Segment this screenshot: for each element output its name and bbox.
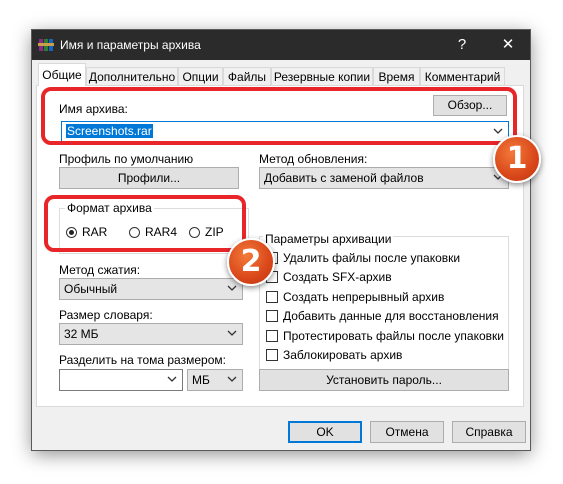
set-password-button[interactable]: Установить пароль... (259, 369, 509, 391)
tab-files[interactable]: Файлы (223, 67, 271, 85)
create-solid-checkbox[interactable] (266, 291, 278, 303)
tab-time[interactable]: Время (373, 67, 420, 85)
split-volumes-label: Разделить на тома размером: (59, 353, 226, 367)
chevron-down-icon (227, 330, 237, 336)
callout-archive-name (41, 87, 517, 145)
title-bar[interactable]: Имя и параметры архива ? ✕ (32, 30, 530, 60)
tab-advanced[interactable]: Дополнительно (86, 67, 178, 85)
compression-method-label: Метод сжатия: (59, 263, 141, 277)
dictionary-size-select[interactable]: 32 МБ (59, 323, 243, 345)
tab-comment[interactable]: Комментарий (420, 67, 505, 85)
create-solid-label: Создать непрерывный архив (283, 290, 445, 304)
archiving-options-title: Параметры архивации (263, 232, 394, 246)
compression-method-value: Обычный (64, 282, 118, 296)
chevron-down-icon (167, 376, 177, 382)
ok-button[interactable]: OK (288, 421, 362, 443)
tab-general[interactable]: Общие (38, 63, 86, 86)
lock-archive-checkbox[interactable] (266, 349, 278, 361)
create-sfx-label: Создать SFX-архив (283, 270, 392, 284)
help-button[interactable]: Справка (452, 421, 526, 443)
add-recovery-checkbox[interactable] (266, 310, 278, 322)
close-window-button[interactable]: ✕ (495, 35, 521, 55)
dictionary-size-value: 32 МБ (64, 327, 99, 341)
update-method-value: Добавить с заменой файлов (264, 171, 424, 185)
step-badge-1: 1 (493, 135, 541, 183)
chevron-down-icon (227, 376, 237, 382)
profiles-button[interactable]: Профили... (59, 167, 239, 189)
compression-method-select[interactable]: Обычный (59, 278, 243, 300)
test-after-packing-checkbox[interactable] (266, 330, 278, 342)
add-recovery-label: Добавить данные для восстановления (283, 309, 499, 323)
test-after-packing-label: Протестировать файлы после упаковки (283, 329, 504, 343)
tab-backup[interactable]: Резервные копии (271, 67, 373, 85)
winrar-app-icon (38, 39, 54, 51)
update-method-select[interactable]: Добавить с заменой файлов (259, 167, 509, 189)
cancel-button[interactable]: Отмена (370, 421, 444, 443)
tab-options[interactable]: Опции (178, 67, 223, 85)
split-volumes-input[interactable] (59, 369, 183, 391)
window-title: Имя и параметры архива (60, 38, 201, 52)
help-title-button[interactable]: ? (449, 35, 475, 55)
callout-archive-format (44, 195, 246, 252)
step-badge-2: 2 (227, 238, 275, 286)
split-unit-select[interactable]: МБ (187, 369, 243, 391)
split-unit-value: МБ (192, 373, 210, 387)
chevron-down-icon (227, 285, 237, 291)
delete-after-packing-label: Удалить файлы после упаковки (283, 251, 461, 265)
default-profile-label: Профиль по умолчанию (59, 152, 194, 166)
lock-archive-label: Заблокировать архив (283, 348, 403, 362)
update-method-label: Метод обновления: (259, 152, 368, 166)
dictionary-size-label: Размер словаря: (59, 308, 153, 322)
